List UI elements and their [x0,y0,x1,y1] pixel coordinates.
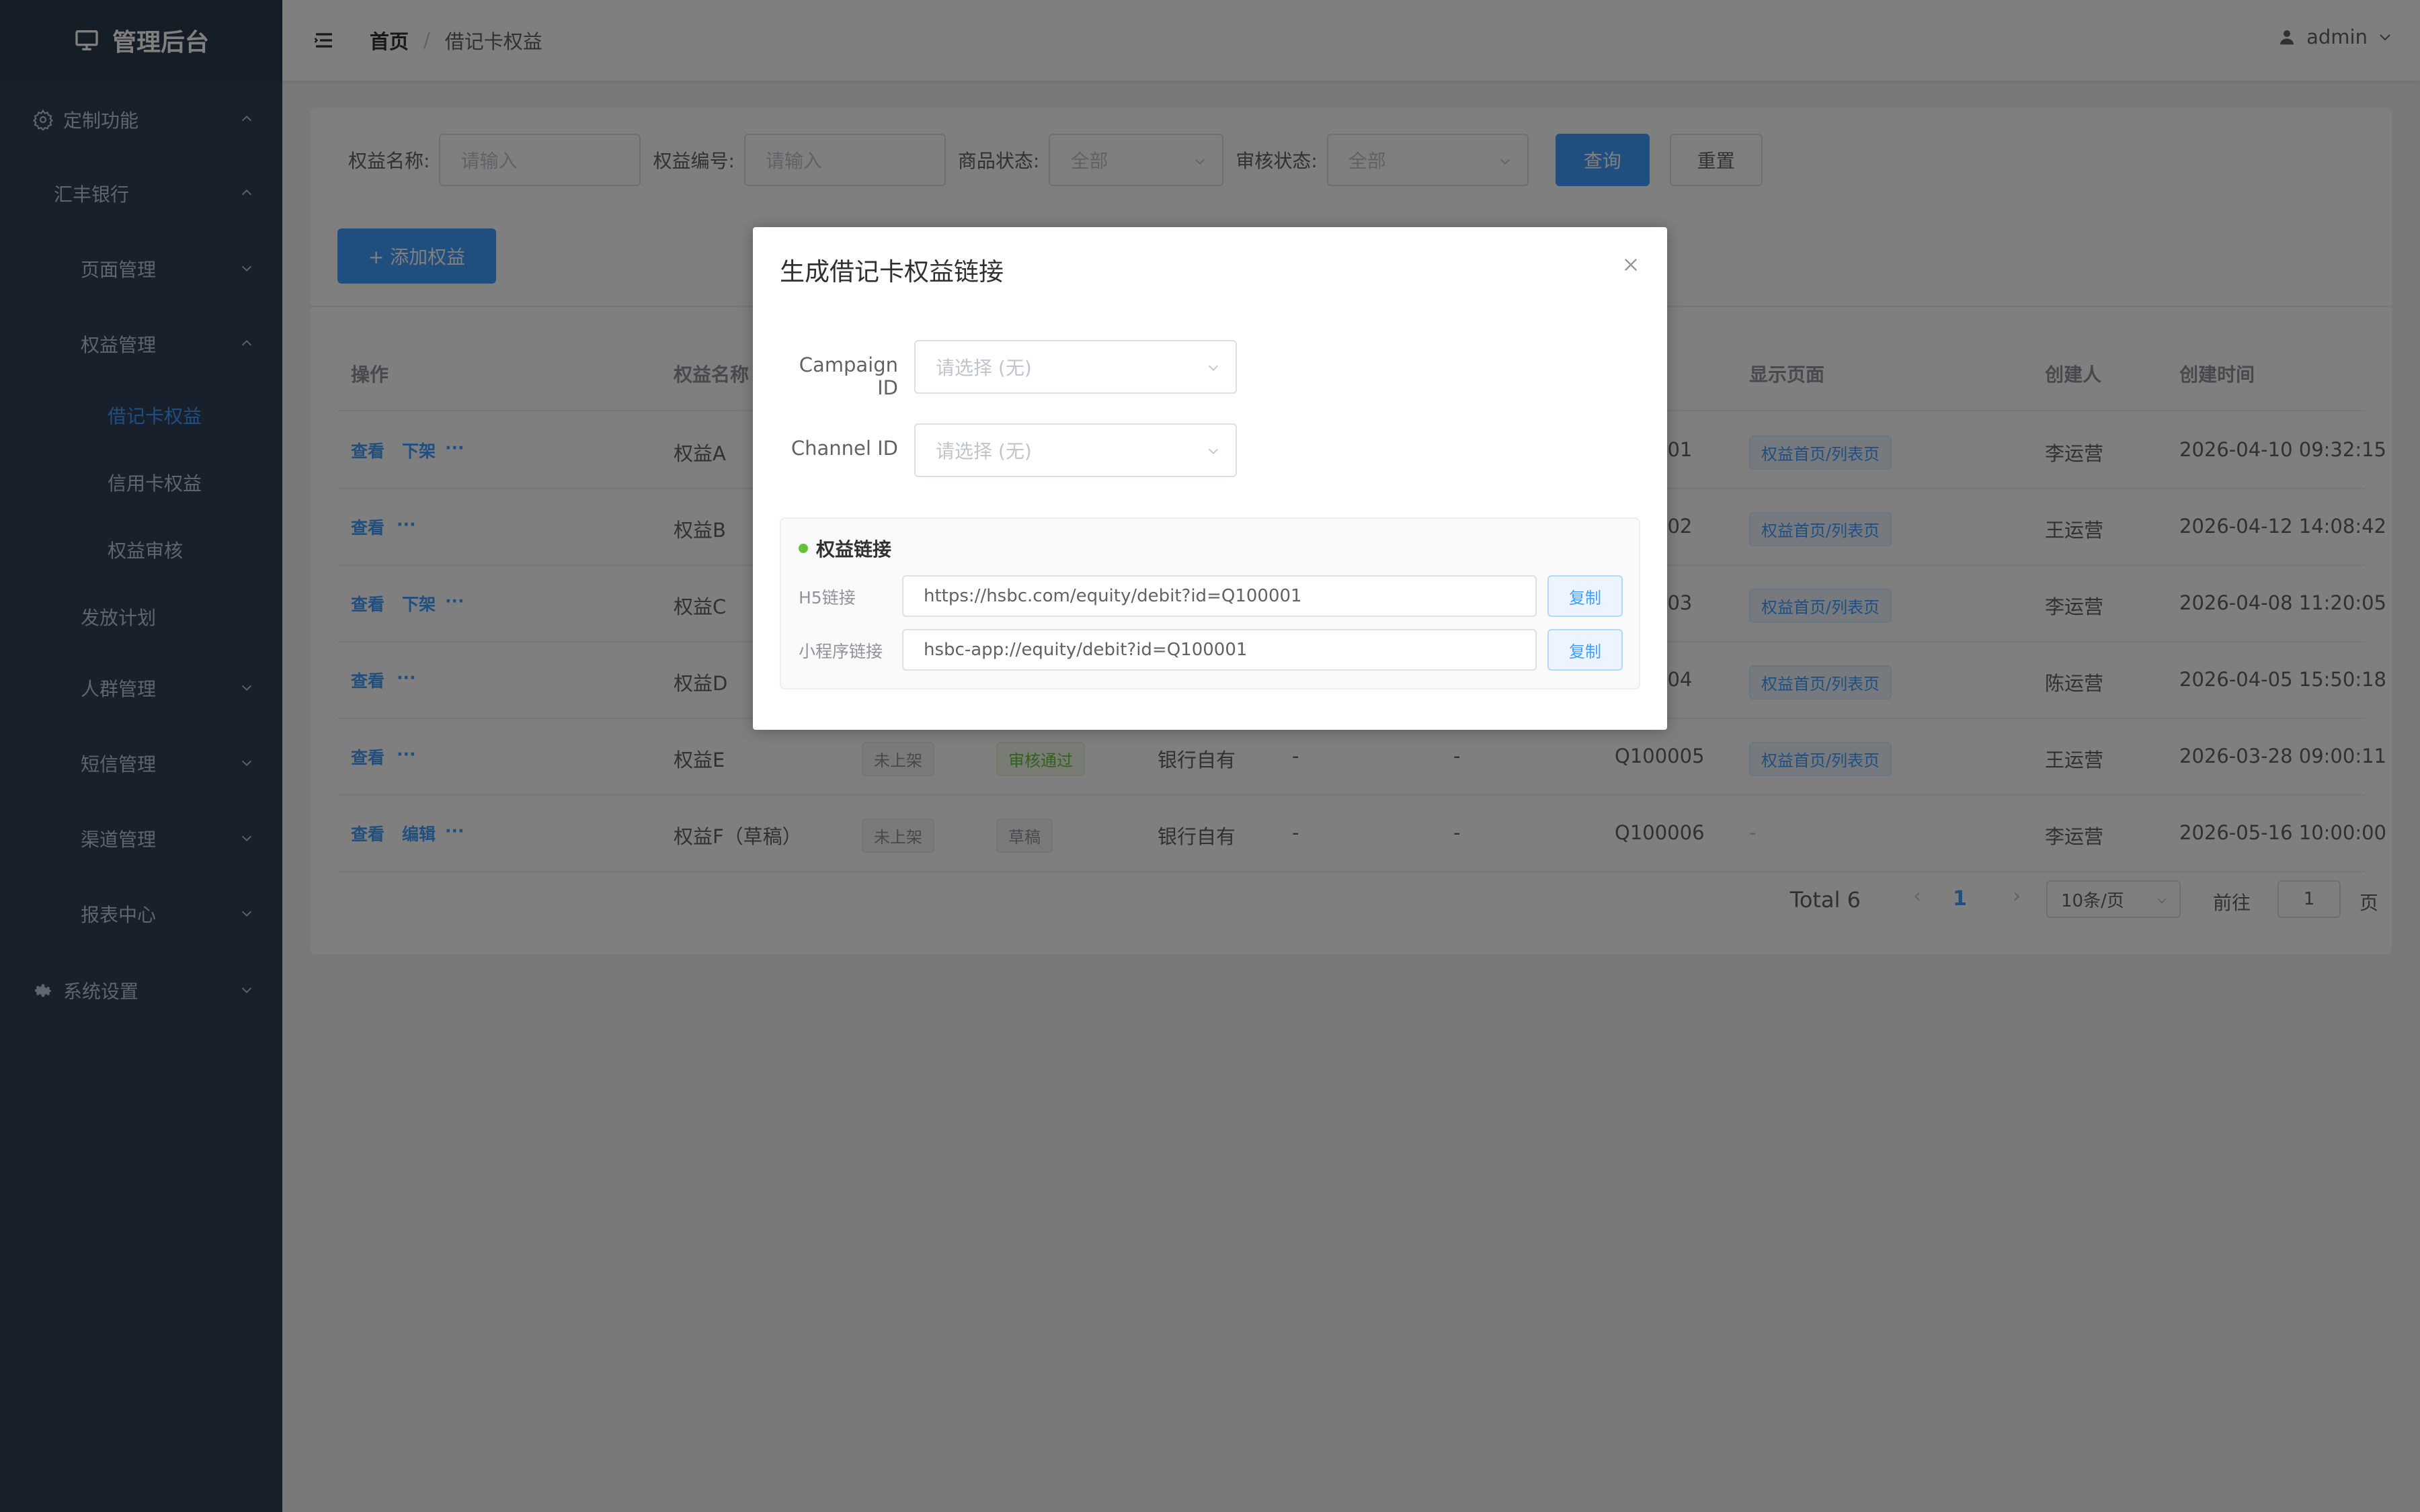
campaign-id-placeholder: 请选择 (无) [936,357,1032,379]
status-dot-icon [799,544,808,553]
h5-link-label: H5链接 [799,588,856,607]
channel-id-select[interactable]: 请选择 (无) [914,423,1237,477]
h5-link-value: https://hsbc.com/equity/debit?id=Q100001 [924,586,1302,606]
links-title: 权益链接 [799,535,891,562]
close-icon[interactable] [1621,255,1640,274]
campaign-id-select[interactable]: 请选择 (无) [914,340,1237,394]
mini-program-link-value: hsbc-app://equity/debit?id=Q100001 [924,640,1248,660]
copy-h5-button[interactable]: 复制 [1547,575,1623,617]
chevron-down-icon [1208,365,1219,371]
dialog-title: 生成借记卡权益链接 [780,257,1004,286]
channel-id-label: Channel ID [791,437,898,460]
chevron-down-icon [1208,448,1219,454]
links-title-text: 权益链接 [816,538,892,560]
mini-program-link-input[interactable]: hsbc-app://equity/debit?id=Q100001 [902,629,1537,671]
mini-program-link-label: 小程序链接 [799,642,883,661]
generate-link-dialog: 生成借记卡权益链接 Campaign ID 请选择 (无) Channel ID… [753,227,1667,730]
h5-link-input[interactable]: https://hsbc.com/equity/debit?id=Q100001 [902,575,1537,617]
campaign-id-label: Campaign ID [799,353,898,399]
channel-id-placeholder: 请选择 (无) [936,440,1032,462]
copy-mini-program-button[interactable]: 复制 [1547,629,1623,671]
equity-links-panel: 权益链接 H5链接 https://hsbc.com/equity/debit?… [780,517,1640,689]
